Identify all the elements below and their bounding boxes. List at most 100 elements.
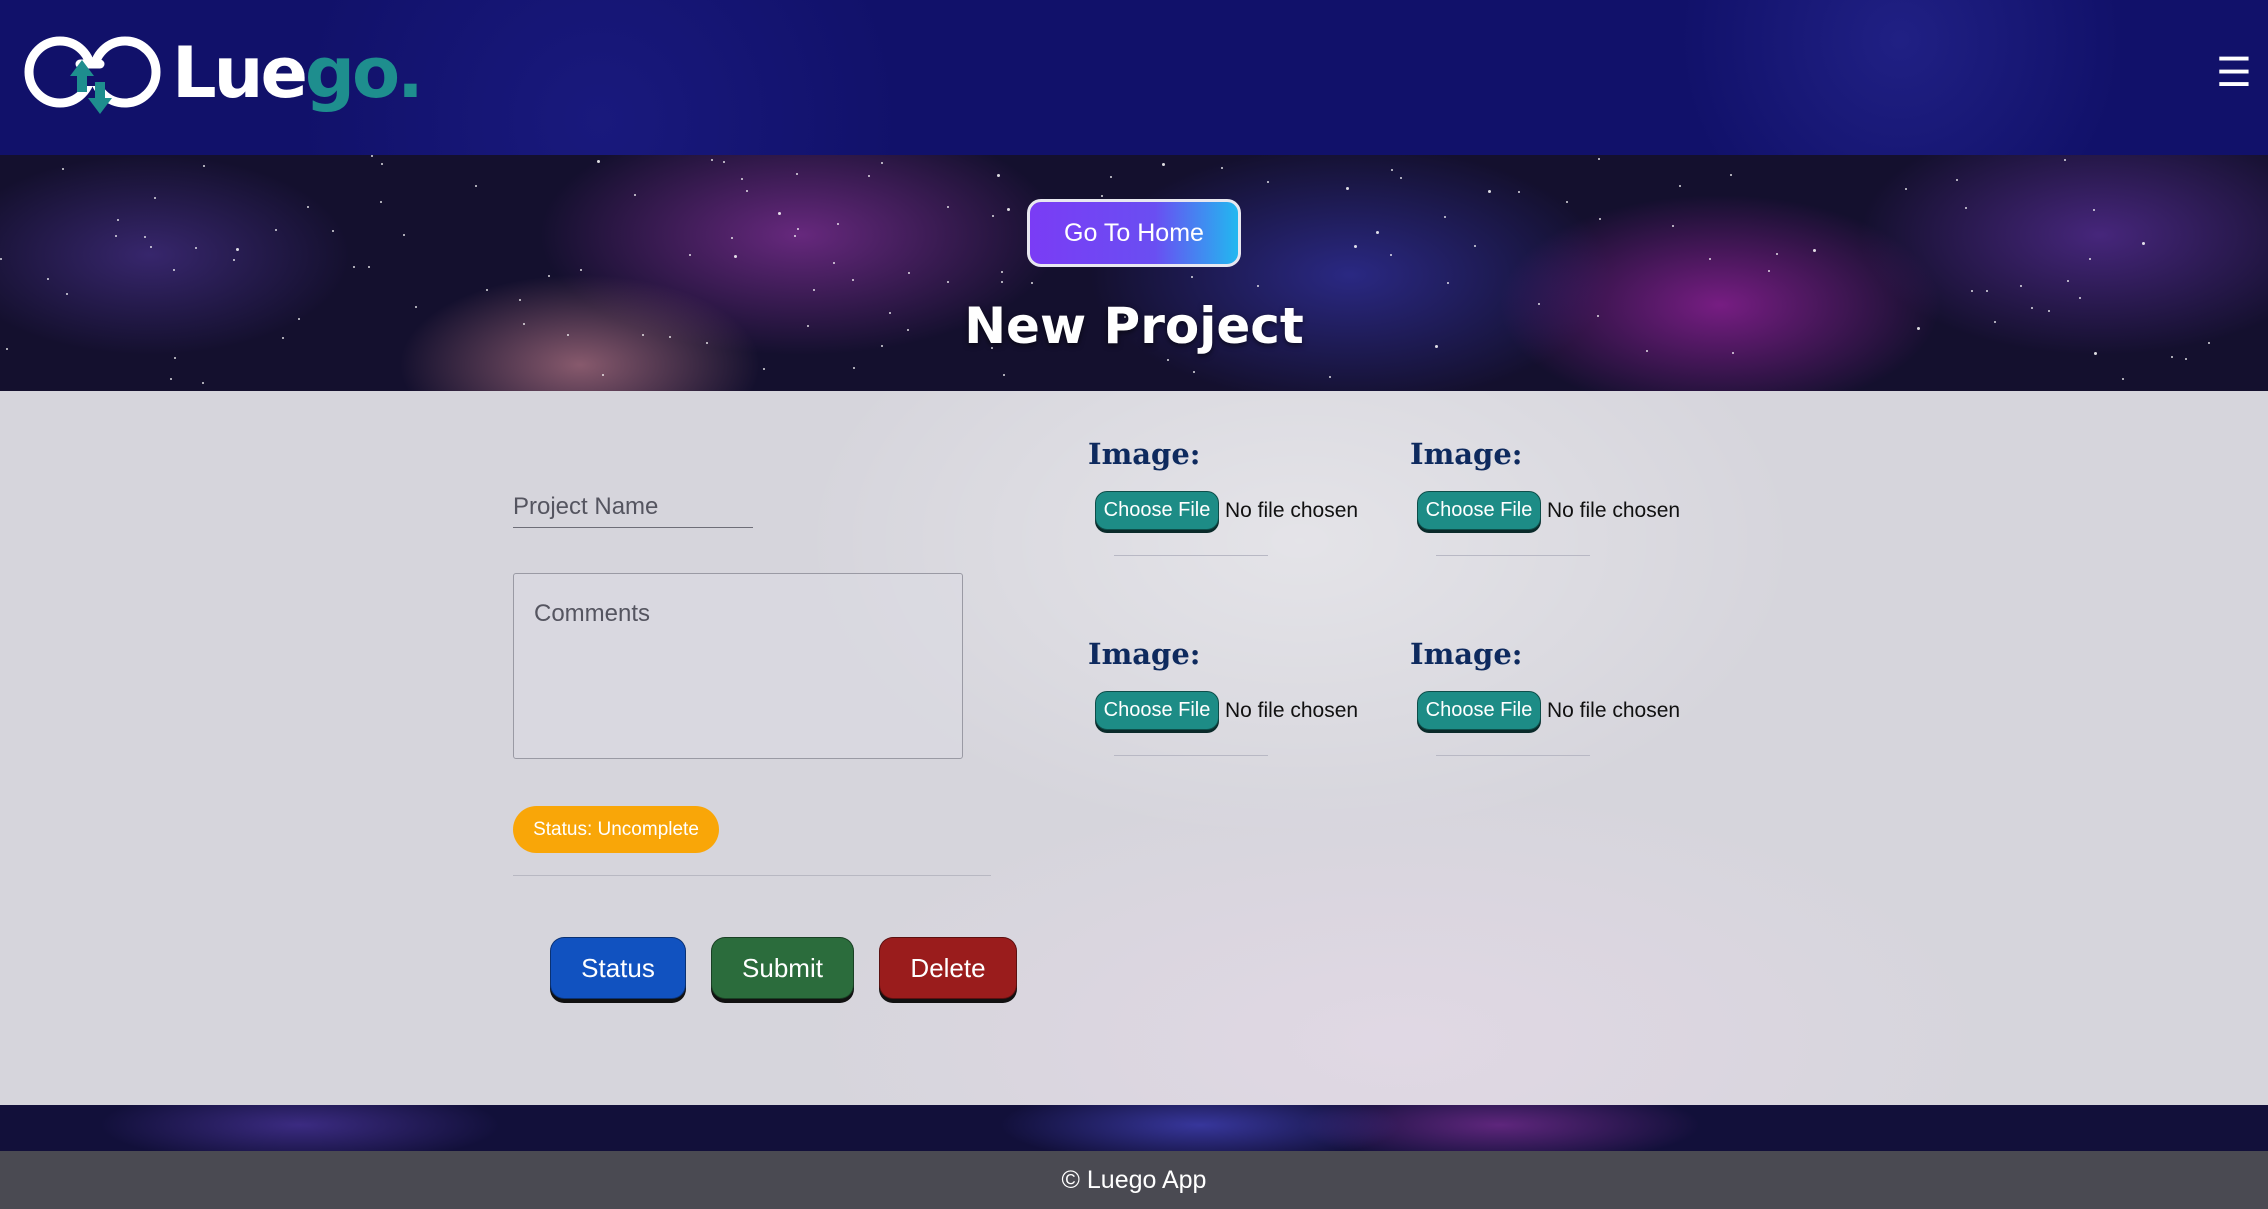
star-decoration: [741, 178, 743, 180]
star-decoration: [371, 155, 373, 157]
star-decoration: [868, 175, 870, 177]
star-decoration: [475, 185, 477, 187]
logo-wordmark: Luego.: [172, 32, 424, 114]
star-decoration: [947, 206, 949, 208]
galaxy-strip: [0, 1105, 2268, 1151]
page-title: New Project: [964, 297, 1304, 355]
file-status-text: No file chosen: [1547, 699, 1681, 722]
star-decoration: [1354, 245, 1357, 248]
star-decoration: [353, 266, 355, 268]
delete-button[interactable]: Delete: [879, 937, 1017, 999]
image-label: Image:: [1410, 637, 1523, 671]
star-decoration: [1474, 245, 1476, 247]
star-decoration: [115, 235, 117, 237]
hamburger-menu-icon[interactable]: ☰: [2216, 53, 2252, 93]
go-to-home-button[interactable]: Go To Home: [1027, 199, 1241, 267]
star-decoration: [1110, 176, 1112, 178]
luego-logo[interactable]: Luego.: [22, 30, 424, 120]
choose-file-button[interactable]: Choose File: [1417, 691, 1541, 730]
footer-copyright: © Luego App: [1061, 1165, 1207, 1194]
star-decoration: [723, 161, 725, 163]
star-decoration: [1679, 185, 1681, 187]
star-decoration: [580, 269, 582, 271]
star-decoration: [144, 236, 146, 238]
star-decoration: [881, 162, 883, 164]
star-decoration: [1193, 371, 1195, 373]
star-decoration: [1003, 374, 1005, 376]
logo-mark-icon: [22, 30, 172, 120]
star-decoration: [1267, 181, 1269, 183]
star-decoration: [236, 248, 239, 251]
star-decoration: [2122, 378, 2124, 380]
project-name-input[interactable]: [513, 487, 753, 528]
star-decoration: [794, 235, 796, 237]
star-decoration: [1956, 179, 1958, 181]
image-label: Image:: [1410, 437, 1523, 471]
star-decoration: [1768, 270, 1770, 272]
star-decoration: [813, 289, 815, 291]
star-decoration: [150, 246, 152, 248]
star-decoration: [833, 262, 835, 264]
star-decoration: [602, 374, 604, 376]
divider: [1114, 755, 1268, 756]
star-decoration: [170, 378, 172, 380]
star-decoration: [1191, 276, 1193, 278]
image-upload-group: Image: Choose File No file chosen: [1410, 437, 1730, 587]
star-decoration: [1730, 174, 1732, 176]
star-decoration: [403, 234, 405, 236]
star-decoration: [1709, 258, 1711, 260]
file-status-text: No file chosen: [1547, 499, 1681, 522]
star-decoration: [154, 197, 156, 199]
logo-text-primary: Lue: [172, 32, 308, 114]
choose-file-button[interactable]: Choose File: [1095, 491, 1219, 530]
star-decoration: [203, 165, 205, 167]
star-decoration: [2064, 159, 2066, 161]
star-decoration: [117, 219, 119, 221]
star-decoration: [66, 293, 68, 295]
star-decoration: [797, 228, 799, 230]
star-decoration: [2093, 209, 2095, 211]
star-decoration: [1101, 195, 1103, 197]
star-decoration: [1965, 207, 1967, 209]
logo-text-accent: go.: [304, 32, 424, 114]
star-decoration: [307, 206, 309, 208]
star-decoration: [1167, 359, 1169, 361]
star-decoration: [778, 212, 781, 215]
image-upload-group: Image: Choose File No file chosen: [1088, 437, 1408, 587]
image-label: Image:: [1088, 437, 1201, 471]
star-decoration: [908, 272, 910, 274]
star-decoration: [486, 289, 488, 291]
divider: [1436, 755, 1590, 756]
star-decoration: [634, 194, 636, 196]
star-decoration: [731, 237, 733, 239]
choose-file-button[interactable]: Choose File: [1095, 691, 1219, 730]
star-decoration: [1447, 282, 1449, 284]
star-decoration: [1346, 187, 1349, 190]
star-decoration: [734, 255, 737, 258]
star-decoration: [992, 215, 994, 217]
star-decoration: [1444, 216, 1446, 218]
star-decoration: [689, 254, 691, 256]
submit-button[interactable]: Submit: [711, 937, 854, 999]
star-decoration: [1598, 158, 1600, 160]
star-decoration: [62, 168, 64, 170]
star-decoration: [2020, 285, 2022, 287]
star-decoration: [1221, 167, 1223, 169]
star-decoration: [380, 201, 382, 203]
image-upload-group: Image: Choose File No file chosen: [1088, 637, 1408, 787]
divider: [513, 875, 991, 876]
star-decoration: [47, 278, 49, 280]
status-button[interactable]: Status: [550, 937, 686, 999]
file-status-text: No file chosen: [1225, 699, 1359, 722]
star-decoration: [597, 160, 600, 163]
file-status-text: No file chosen: [1225, 499, 1359, 522]
comments-textarea[interactable]: [513, 573, 963, 759]
project-form-area: Status: Uncomplete Status Submit Delete …: [0, 391, 2268, 1105]
choose-file-button[interactable]: Choose File: [1417, 491, 1541, 530]
footer: © Luego App: [0, 1151, 2268, 1209]
star-decoration: [2089, 258, 2091, 260]
image-upload-group: Image: Choose File No file chosen: [1410, 637, 1730, 787]
star-decoration: [1001, 271, 1003, 273]
star-decoration: [852, 279, 854, 281]
star-decoration: [837, 223, 839, 225]
